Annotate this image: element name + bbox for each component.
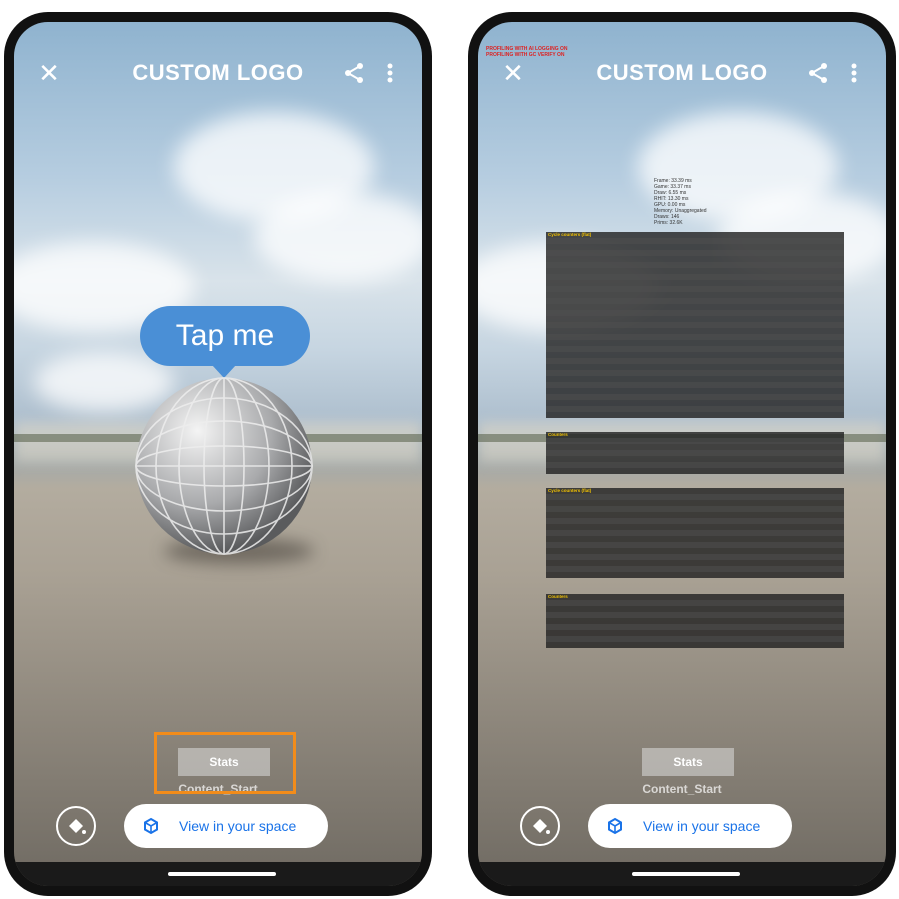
share-icon[interactable]	[806, 61, 830, 85]
stats-button[interactable]: Stats	[642, 748, 734, 776]
view-button-label: View in your space	[643, 818, 761, 834]
ar-viewer-screen-left: ✕ CUSTOM LOGO Tap me Stats Content_Start…	[14, 22, 422, 886]
content-start-label: Content_Start	[642, 782, 722, 796]
profiler-row	[546, 642, 844, 648]
paint-bucket-icon[interactable]	[520, 806, 560, 846]
view-button-label: View in your space	[179, 818, 297, 834]
navigation-bar	[478, 862, 886, 886]
top-app-bar: ✕ CUSTOM LOGO	[478, 58, 886, 88]
profiler-row	[546, 412, 844, 418]
profiler-counters-panel-2: Counters	[546, 594, 844, 648]
profiler-row	[546, 468, 844, 474]
phone-frame-left: ✕ CUSTOM LOGO Tap me Stats Content_Start…	[4, 12, 432, 896]
top-app-bar: ✕ CUSTOM LOGO	[14, 58, 422, 88]
profiler-counters-panel: Counters	[546, 432, 844, 474]
view-in-your-space-button[interactable]: View in your space	[124, 804, 328, 848]
view-in-your-space-button[interactable]: View in your space	[588, 804, 792, 848]
ar-viewer-screen-right: PROFILING WITH AI LOGGING ON PROFILING W…	[478, 22, 886, 886]
profiler-cycle-counters-panel-2: Cycle counters (flat)	[546, 488, 844, 578]
tap-me-bubble[interactable]: Tap me	[140, 306, 310, 378]
phone-frame-right: PROFILING WITH AI LOGGING ON PROFILING W…	[468, 12, 896, 896]
navigation-bar	[14, 862, 422, 886]
home-indicator[interactable]	[168, 872, 276, 876]
profiler-frame-summary: Frame: 33.39 ms Game: 33.37 ms Draw: 6.5…	[654, 178, 707, 226]
grid-sphere-model[interactable]	[134, 376, 314, 556]
profiler-row	[546, 572, 844, 578]
summary-line: Prims: 32.6K	[654, 220, 683, 226]
cloud	[254, 192, 422, 282]
home-indicator[interactable]	[632, 872, 740, 876]
stats-highlight-box	[154, 732, 296, 794]
more-vert-icon[interactable]	[844, 61, 864, 85]
paint-bucket-icon[interactable]	[56, 806, 96, 846]
ar-cube-icon	[144, 817, 158, 835]
profiler-cycle-counters-panel: Cycle counters (flat)	[546, 232, 844, 418]
more-vert-icon[interactable]	[380, 61, 400, 85]
ar-cube-icon	[608, 817, 622, 835]
profiler-status-lines: PROFILING WITH AI LOGGING ON PROFILING W…	[486, 46, 567, 58]
share-icon[interactable]	[342, 61, 366, 85]
